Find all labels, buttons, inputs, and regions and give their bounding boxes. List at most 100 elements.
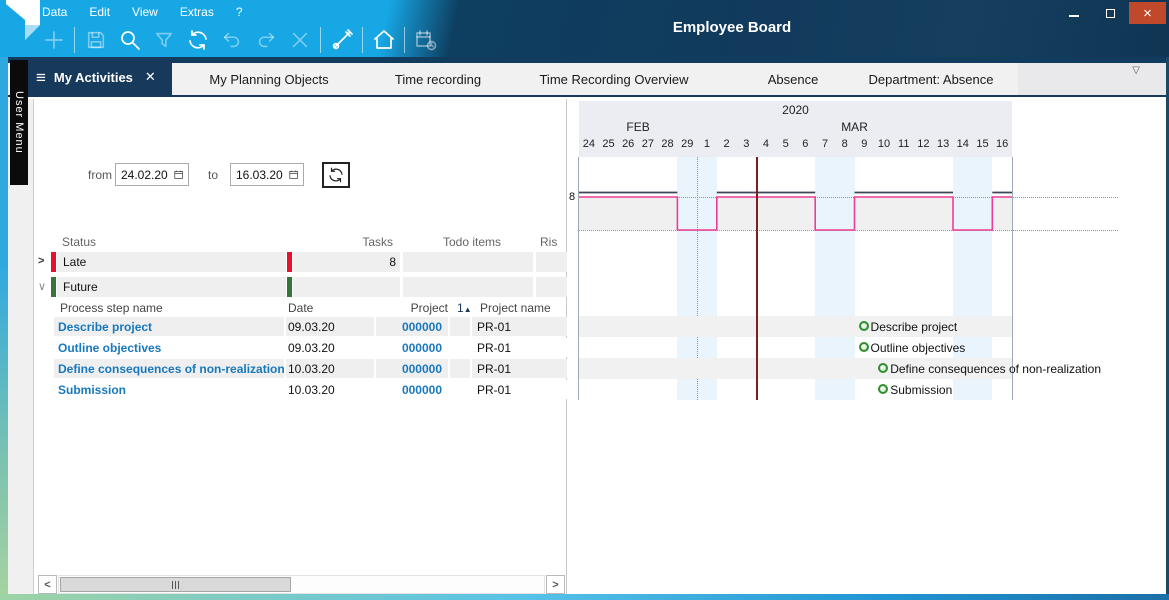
calendar-icon[interactable] <box>289 169 298 180</box>
project-link[interactable]: 000000 <box>376 317 448 336</box>
delete-icon[interactable] <box>286 27 313 54</box>
milestone-icon[interactable] <box>878 384 888 394</box>
menu-item-view[interactable]: View <box>132 5 158 19</box>
status-color-bar <box>51 277 56 297</box>
project-name-cell: PR-01 <box>472 338 567 357</box>
project-name-cell: PR-01 <box>472 359 567 378</box>
table-row[interactable]: Describe project 09.03.20 000000 PR-01 <box>36 316 567 337</box>
process-step-link[interactable]: Describe project <box>54 317 284 336</box>
menu-bar: Data Edit View Extras ? <box>42 5 243 19</box>
scroll-right-button[interactable]: > <box>546 575 565 594</box>
group-row-future[interactable]: ∨ Future <box>36 277 567 297</box>
window-left-border <box>0 57 8 594</box>
day-label: 1 <box>697 138 717 150</box>
workload-chart <box>579 157 1012 240</box>
col-header-tasks[interactable]: Tasks <box>293 235 393 249</box>
day-label: 6 <box>796 138 816 150</box>
col-header-project[interactable]: Project <box>376 301 448 315</box>
project-link[interactable]: 000000 <box>376 359 448 378</box>
day-label: 15 <box>973 138 993 150</box>
tab-overflow-zone[interactable]: ▽ <box>1018 63 1166 95</box>
tab-time-recording[interactable]: Time recording <box>385 66 491 93</box>
day-label: 27 <box>638 138 658 150</box>
col-header-project-name[interactable]: Project name <box>480 301 551 315</box>
table-row[interactable]: Outline objectives 09.03.20 000000 PR-01 <box>36 337 567 358</box>
col-header-date[interactable]: Date <box>288 301 313 315</box>
table-row[interactable]: Submission 10.03.20 000000 PR-01 <box>36 379 567 400</box>
scrollbar-thumb[interactable] <box>60 577 291 592</box>
from-label: from <box>88 168 112 182</box>
milestone-icon[interactable] <box>859 321 869 331</box>
tab-department-absence[interactable]: Department: Absence <box>858 66 1003 93</box>
process-step-link[interactable]: Define consequences of non-realization <box>54 359 284 378</box>
home-icon[interactable] <box>370 27 397 54</box>
main-content: from 24.02.20 to 16.03.20 Status Tasks T… <box>34 99 1166 594</box>
gantt-pane: 2020 FEBMAR 2425262728291234567891011121… <box>568 99 1166 594</box>
toolbar-separator <box>362 27 363 53</box>
minimize-button[interactable] <box>1055 2 1092 24</box>
scrollbar-track[interactable] <box>58 575 545 594</box>
maximize-button[interactable] <box>1092 2 1129 24</box>
sort-order-badge[interactable]: 1▲ <box>457 301 472 315</box>
save-icon[interactable] <box>82 27 109 54</box>
to-date-input[interactable]: 16.03.20 <box>230 163 304 186</box>
day-label: 26 <box>618 138 638 150</box>
tab-my-activities[interactable]: ≡ My Activities ✕ <box>28 57 172 97</box>
tools-icon[interactable] <box>328 27 355 54</box>
table-row[interactable]: Define consequences of non-realization 1… <box>36 358 567 379</box>
menu-item-data[interactable]: Data <box>42 5 67 19</box>
scroll-left-button[interactable]: < <box>38 575 57 594</box>
tab-label: My Activities <box>54 70 133 85</box>
hamburger-icon[interactable]: ≡ <box>36 69 46 86</box>
status-color-bar <box>287 252 292 272</box>
redo-icon[interactable] <box>252 27 279 54</box>
milestone-label: Describe project <box>871 320 958 334</box>
risk-cell <box>536 252 567 272</box>
tasks-cell: 8 <box>293 252 400 272</box>
tab-absence[interactable]: Absence <box>758 66 829 93</box>
day-label: 24 <box>579 138 599 150</box>
close-button[interactable]: × <box>1129 2 1166 24</box>
col-header-todo-items[interactable]: Todo items <box>443 235 501 249</box>
milestone-label: Define consequences of non-realization <box>890 362 1101 376</box>
col-header-risk[interactable]: Ris <box>540 235 557 249</box>
menu-item-extras[interactable]: Extras <box>180 5 214 19</box>
refresh-icon[interactable] <box>184 27 211 54</box>
process-step-link[interactable]: Submission <box>54 380 284 399</box>
date-cell: 10.03.20 <box>286 359 374 378</box>
chevron-down-icon[interactable]: ∨ <box>38 280 46 293</box>
day-label: 9 <box>855 138 875 150</box>
milestone-icon[interactable] <box>859 342 869 352</box>
day-label: 10 <box>874 138 894 150</box>
from-date-input[interactable]: 24.02.20 <box>115 163 189 186</box>
menu-item-edit[interactable]: Edit <box>89 5 110 19</box>
day-label: 3 <box>736 138 756 150</box>
add-icon[interactable] <box>40 27 67 54</box>
col-header-status[interactable]: Status <box>62 235 96 249</box>
search-icon[interactable] <box>116 27 143 54</box>
tab-time-recording-overview[interactable]: Time Recording Overview <box>529 66 698 93</box>
calendar-icon[interactable] <box>174 169 183 180</box>
col-header-process-step[interactable]: Process step name <box>60 301 163 315</box>
undo-icon[interactable] <box>218 27 245 54</box>
activities-panel: from 24.02.20 to 16.03.20 Status Tasks T… <box>36 99 567 594</box>
tab-my-planning-objects[interactable]: My Planning Objects <box>199 66 338 93</box>
chevron-right-icon[interactable]: > <box>38 255 44 267</box>
calendar-clock-icon[interactable] <box>412 27 439 54</box>
day-label: 5 <box>776 138 796 150</box>
group-row-late[interactable]: > Late 8 <box>36 252 567 272</box>
horizontal-scrollbar[interactable]: < > <box>38 575 565 594</box>
menu-item-help[interactable]: ? <box>236 5 243 19</box>
project-link[interactable]: 000000 <box>376 338 448 357</box>
project-link[interactable]: 000000 <box>376 380 448 399</box>
filter-icon[interactable] <box>150 27 177 54</box>
to-date-value: 16.03.20 <box>236 168 283 182</box>
todo-cell <box>403 277 533 297</box>
user-menu-tab[interactable]: User Menu <box>10 60 28 185</box>
day-label: 7 <box>815 138 835 150</box>
day-label: 4 <box>756 138 776 150</box>
dropdown-triangle-icon[interactable]: ▽ <box>1132 66 1140 76</box>
process-step-link[interactable]: Outline objectives <box>54 338 284 357</box>
tab-close-icon[interactable]: ✕ <box>145 69 156 85</box>
apply-refresh-button[interactable] <box>322 162 350 188</box>
